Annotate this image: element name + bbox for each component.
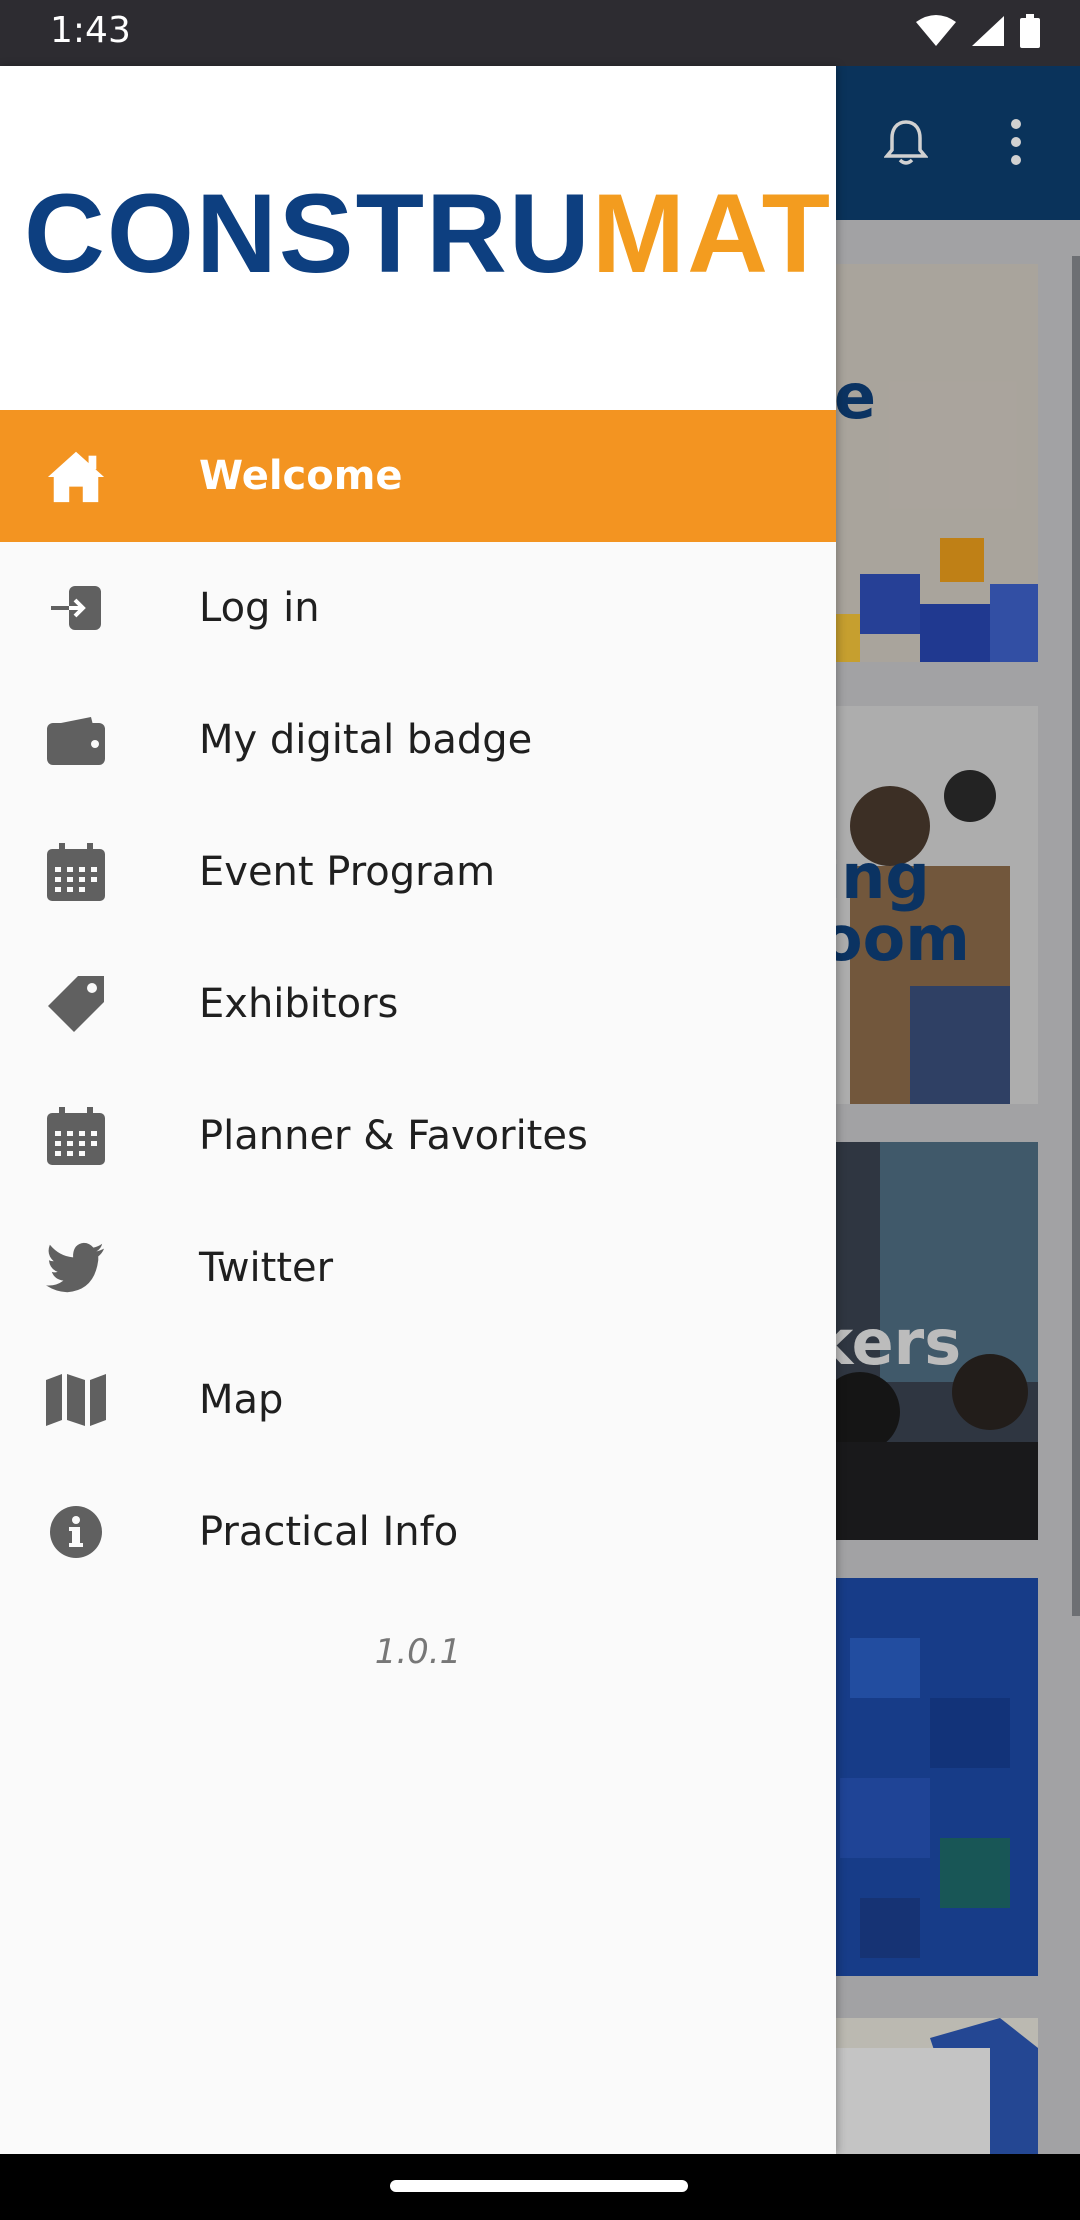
menu-label: Map: [199, 1377, 284, 1423]
menu-label: Event Program: [199, 849, 496, 895]
info-icon: [46, 1502, 106, 1562]
app-version: 1.0.1: [374, 1632, 462, 1672]
menu-label: Exhibitors: [199, 981, 399, 1027]
signal-icon: [970, 14, 1006, 53]
wifi-icon: [916, 14, 956, 53]
drawer-header: CONSTRUMAT: [0, 66, 836, 410]
drawer-menu: Welcome Log in My digital badge Event Pr…: [0, 410, 836, 1598]
menu-label: Welcome: [199, 453, 403, 499]
menu-label: My digital badge: [199, 717, 533, 763]
home-gesture-handle[interactable]: [390, 2180, 688, 2192]
navigation-drawer: CONSTRUMAT Welcome Log in My digital bad…: [0, 66, 836, 2154]
status-icons: [916, 14, 1040, 53]
home-icon: [46, 446, 106, 506]
menu-label: Practical Info: [199, 1509, 459, 1555]
menu-item-exhibitors[interactable]: Exhibitors: [0, 938, 836, 1070]
logo-part-1: CONSTRU: [24, 171, 592, 296]
menu-item-welcome[interactable]: Welcome: [0, 410, 836, 542]
menu-item-digital-badge[interactable]: My digital badge: [0, 674, 836, 806]
map-icon: [46, 1370, 106, 1430]
wallet-icon: [46, 710, 106, 770]
status-time: 1:43: [50, 10, 131, 51]
twitter-icon: [46, 1238, 106, 1298]
menu-item-twitter[interactable]: Twitter: [0, 1202, 836, 1334]
menu-item-log-in[interactable]: Log in: [0, 542, 836, 674]
status-bar: 1:43: [0, 0, 1080, 66]
system-nav-bar: [0, 2154, 1080, 2220]
logo-part-2: MAT: [591, 171, 833, 296]
calendar-icon: [46, 1106, 106, 1166]
calendar-icon: [46, 842, 106, 902]
menu-item-event-program[interactable]: Event Program: [0, 806, 836, 938]
scrollbar[interactable]: [1072, 256, 1080, 1616]
menu-item-practical-info[interactable]: Practical Info: [0, 1466, 836, 1598]
login-icon: [46, 578, 106, 638]
menu-label: Twitter: [199, 1245, 334, 1291]
menu-label: Planner & Favorites: [199, 1113, 588, 1159]
construmat-logo: CONSTRUMAT: [24, 178, 832, 290]
menu-label: Log in: [199, 585, 320, 631]
menu-item-map[interactable]: Map: [0, 1334, 836, 1466]
battery-icon: [1020, 14, 1040, 53]
tag-icon: [46, 974, 106, 1034]
menu-item-planner-favorites[interactable]: Planner & Favorites: [0, 1070, 836, 1202]
